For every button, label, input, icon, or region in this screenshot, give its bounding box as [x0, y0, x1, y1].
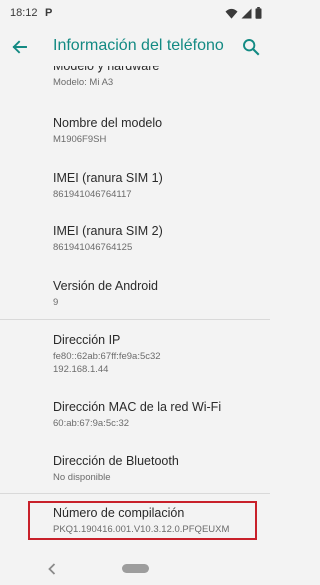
cellular-signal-icon — [241, 8, 252, 18]
list-item-title: Dirección MAC de la red Wi-Fi — [53, 400, 222, 414]
list-item-imei-sim2[interactable]: IMEI (ranura SIM 2) 861941046764125 — [53, 223, 263, 254]
status-time: 18:12 — [10, 7, 38, 19]
list-item-value: No disponible — [53, 472, 111, 483]
list-item-title: Dirección de Bluetooth — [53, 454, 179, 468]
page-title: Información del teléfono — [53, 37, 224, 54]
back-arrow-icon[interactable] — [10, 37, 30, 57]
list-item-version-android[interactable]: Versión de Android 9 — [53, 278, 263, 309]
notification-p-icon: P — [45, 7, 53, 19]
list-item-value-secondary: 192.168.1.44 — [53, 364, 109, 375]
list-item-nombre-modelo[interactable]: Nombre del modelo M1906F9SH — [53, 115, 263, 146]
search-icon[interactable] — [241, 37, 261, 57]
list-item-mac-wifi[interactable]: Dirección MAC de la red Wi-Fi 60:ab:67:9… — [53, 399, 263, 430]
list-item-modelo-hardware[interactable]: Modelo y hardware Modelo: Mi A3 — [53, 66, 263, 89]
list-item-title: Dirección IP — [53, 333, 121, 347]
list-item-value: Modelo: Mi A3 — [53, 77, 114, 88]
battery-icon — [255, 7, 262, 19]
highlight-box — [28, 501, 257, 540]
list-item-title: IMEI (ranura SIM 1) — [53, 171, 163, 185]
list-item-title: IMEI (ranura SIM 2) — [53, 224, 163, 238]
nav-back-icon[interactable] — [47, 562, 57, 576]
home-pill[interactable] — [122, 564, 149, 573]
list-item-title: Modelo y hardware — [53, 66, 160, 73]
navigation-bar — [0, 553, 270, 585]
app-bar: Información del teléfono — [0, 28, 270, 66]
list-item-title: Versión de Android — [53, 279, 158, 293]
list-item-value: 861941046764125 — [53, 242, 133, 253]
list-item-value: 60:ab:67:9a:5c:32 — [53, 418, 130, 429]
wifi-icon — [225, 8, 238, 19]
section-divider — [0, 319, 270, 320]
list-item-value: fe80::62ab:67ff:fe9a:5c32 — [53, 351, 161, 362]
settings-list[interactable]: Modelo y hardware Modelo: Mi A3 Nombre d… — [0, 66, 270, 553]
list-item-bluetooth[interactable]: Dirección de Bluetooth No disponible — [53, 453, 263, 484]
list-item-imei-sim1[interactable]: IMEI (ranura SIM 1) 861941046764117 — [53, 170, 263, 201]
list-item-value: 9 — [53, 297, 59, 308]
status-icons — [225, 7, 262, 19]
status-bar: 18:12 P — [0, 0, 270, 28]
section-divider — [0, 493, 270, 494]
list-item-direccion-ip[interactable]: Dirección IP fe80::62ab:67ff:fe9a:5c32 1… — [53, 332, 263, 376]
list-item-value: M1906F9SH — [53, 134, 107, 145]
list-item-title: Nombre del modelo — [53, 116, 163, 130]
list-item-value: 861941046764117 — [53, 189, 132, 200]
